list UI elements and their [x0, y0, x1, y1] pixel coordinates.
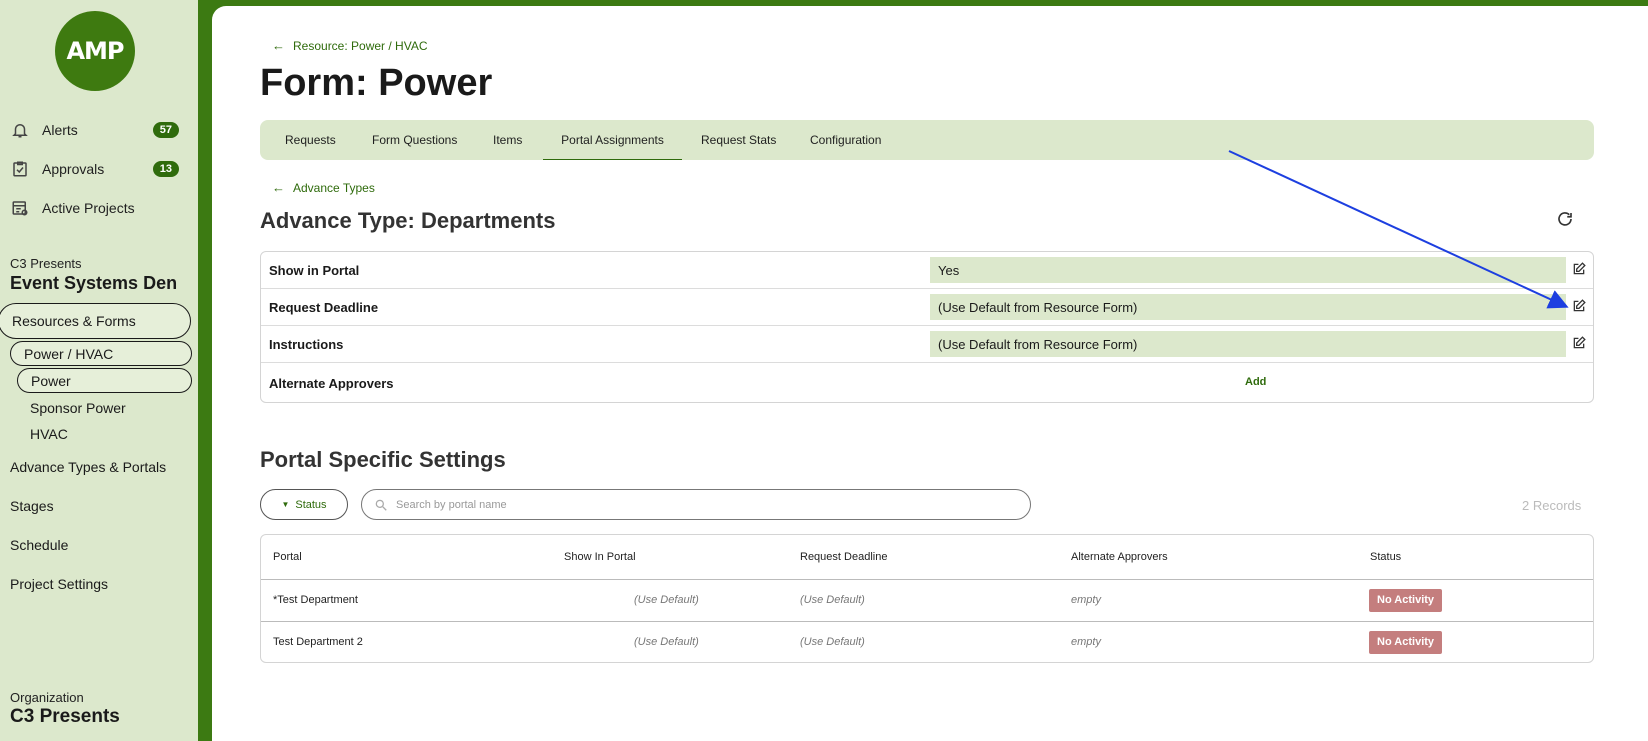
- status-filter-label: Status: [295, 498, 327, 511]
- approvals-count-badge: 13: [152, 161, 179, 177]
- nav-schedule[interactable]: Schedule: [10, 537, 68, 553]
- refresh-icon[interactable]: [1556, 210, 1574, 228]
- arrow-left-icon: ←: [272, 180, 285, 195]
- show-in-portal-value: (Use Default): [634, 594, 699, 606]
- portal-settings-title: Portal Specific Settings: [260, 447, 506, 472]
- sidebar-item-label: Active Projects: [42, 200, 135, 216]
- add-approver-link[interactable]: Add: [1245, 376, 1266, 388]
- nav-label: Power / HVAC: [24, 345, 114, 362]
- setting-label: Request Deadline: [269, 300, 379, 315]
- portal-table: Portal Show In Portal Request Deadline A…: [260, 534, 1594, 663]
- column-header-request-deadline[interactable]: Request Deadline: [800, 551, 887, 563]
- setting-value: (Use Default from Resource Form): [930, 294, 1566, 320]
- sidebar-item-label: Approvals: [42, 161, 105, 177]
- organization-name[interactable]: C3 Presents: [10, 706, 120, 728]
- portal-name: Test Department 2: [273, 636, 363, 648]
- setting-label: Alternate Approvers: [269, 376, 394, 391]
- nav-hvac[interactable]: HVAC: [30, 426, 68, 442]
- table-row[interactable]: *Test Department (Use Default) (Use Defa…: [261, 579, 1593, 621]
- column-header-portal[interactable]: Portal: [273, 551, 302, 563]
- advance-settings-table: Show in Portal Yes Request Deadline (Use…: [260, 251, 1594, 403]
- page-title: Form: Power: [260, 62, 493, 104]
- search-placeholder: Search by portal name: [396, 498, 507, 511]
- status-filter-button[interactable]: ▼ Status: [260, 489, 348, 520]
- alerts-count-badge: 57: [152, 122, 179, 138]
- back-to-advance-types[interactable]: ← Advance Types: [272, 180, 375, 195]
- nav-advance-types-portals[interactable]: Advance Types & Portals: [10, 459, 166, 475]
- edit-icon[interactable]: [1572, 299, 1586, 313]
- edit-icon[interactable]: [1572, 336, 1586, 350]
- request-deadline-value: (Use Default): [800, 636, 865, 648]
- column-header-alternate-approvers[interactable]: Alternate Approvers: [1071, 551, 1168, 563]
- nav-sponsor-power[interactable]: Sponsor Power: [30, 400, 126, 416]
- tab-request-stats[interactable]: Request Stats: [701, 120, 776, 160]
- breadcrumb-label: Resource: Power / HVAC: [293, 38, 428, 53]
- caret-down-icon: ▼: [281, 500, 290, 509]
- advance-type-title: Advance Type: Departments: [260, 208, 556, 233]
- column-header-show-in-portal[interactable]: Show In Portal: [564, 551, 636, 563]
- tab-bar: Requests Form Questions Items Portal Ass…: [260, 120, 1594, 160]
- alternate-approvers-value: empty: [1071, 594, 1101, 606]
- amp-logo[interactable]: AMP: [55, 11, 135, 91]
- setting-value: Yes: [930, 257, 1566, 283]
- tab-items[interactable]: Items: [493, 120, 522, 160]
- organization-label: Organization: [10, 690, 84, 705]
- tab-requests[interactable]: Requests: [285, 120, 336, 160]
- nav-label: Resources & Forms: [12, 313, 136, 329]
- tab-configuration[interactable]: Configuration: [810, 120, 881, 160]
- column-header-status[interactable]: Status: [1370, 551, 1401, 563]
- sidebar-item-active-projects[interactable]: Active Projects: [0, 193, 198, 223]
- setting-row-alternate-approvers: Alternate Approvers Add: [261, 363, 1593, 403]
- portal-search-input[interactable]: Search by portal name: [361, 489, 1031, 520]
- nav-project-settings[interactable]: Project Settings: [10, 576, 108, 592]
- portal-name: *Test Department: [273, 594, 358, 606]
- setting-row-instructions: Instructions (Use Default from Resource …: [261, 326, 1593, 363]
- show-in-portal-value: (Use Default): [634, 636, 699, 648]
- main-panel: ← Resource: Power / HVAC Form: Power Req…: [212, 6, 1648, 741]
- back-link-label: Advance Types: [293, 180, 375, 195]
- nav-label: Power: [31, 372, 71, 389]
- record-count: 2 Records: [1522, 498, 1582, 513]
- nav-power[interactable]: Power: [17, 368, 192, 393]
- alternate-approvers-value: empty: [1071, 636, 1101, 648]
- sidebar: AMP Alerts 57 Approvals 13 Active Projec…: [0, 0, 198, 741]
- tab-form-questions[interactable]: Form Questions: [372, 120, 457, 160]
- bell-icon: [12, 124, 28, 138]
- nav-power-hvac[interactable]: Power / HVAC: [10, 341, 192, 366]
- project-name[interactable]: Event Systems Den: [10, 273, 182, 294]
- sidebar-item-alerts[interactable]: Alerts 57: [0, 115, 198, 145]
- status-badge: No Activity: [1369, 589, 1443, 612]
- setting-row-show-in-portal: Show in Portal Yes: [261, 252, 1593, 289]
- tab-portal-assignments[interactable]: Portal Assignments: [543, 120, 682, 160]
- nav-resources-forms[interactable]: Resources & Forms: [0, 303, 191, 339]
- company-label: C3 Presents: [10, 256, 82, 271]
- sidebar-item-label: Alerts: [42, 122, 78, 138]
- request-deadline-value: (Use Default): [800, 594, 865, 606]
- arrow-left-icon: ←: [272, 38, 285, 53]
- breadcrumb[interactable]: ← Resource: Power / HVAC: [272, 38, 428, 53]
- search-icon: [375, 499, 387, 511]
- calendar-list-icon: [12, 201, 28, 216]
- setting-label: Instructions: [269, 337, 344, 352]
- status-badge: No Activity: [1369, 631, 1443, 654]
- nav-stages[interactable]: Stages: [10, 498, 54, 514]
- setting-row-request-deadline: Request Deadline (Use Default from Resou…: [261, 289, 1593, 326]
- setting-label: Show in Portal: [269, 263, 360, 278]
- table-row[interactable]: Test Department 2 (Use Default) (Use Def…: [261, 621, 1593, 663]
- edit-icon[interactable]: [1572, 262, 1586, 276]
- clipboard-check-icon: [13, 161, 27, 177]
- setting-value: (Use Default from Resource Form): [930, 331, 1566, 357]
- sidebar-item-approvals[interactable]: Approvals 13: [0, 154, 198, 184]
